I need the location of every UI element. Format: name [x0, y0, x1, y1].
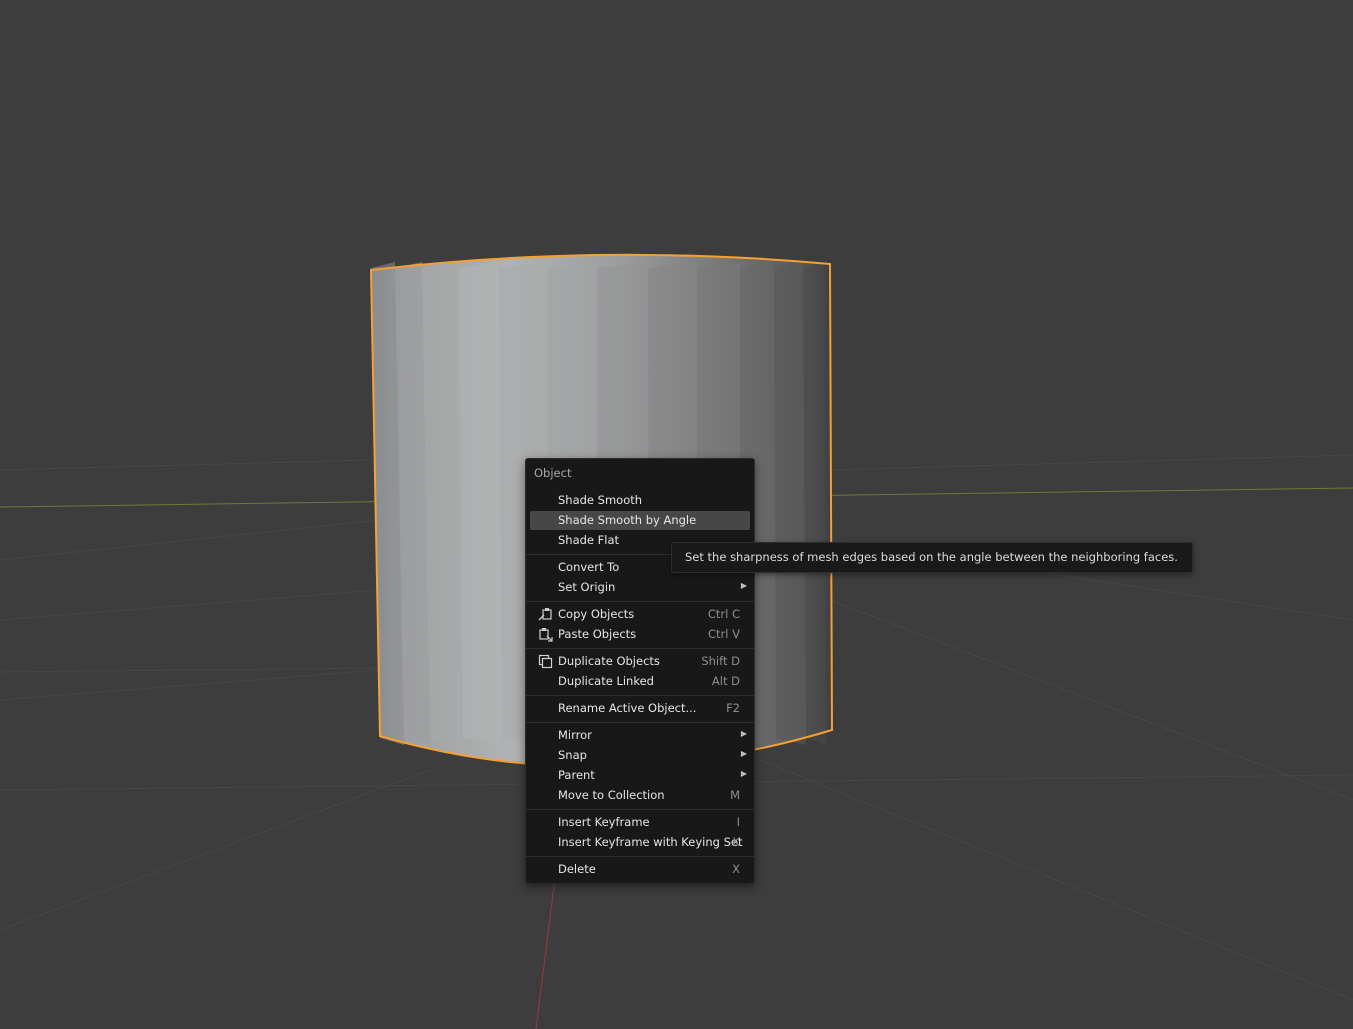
- menu-separator: [526, 856, 754, 857]
- x-axis-line: [535, 869, 557, 1029]
- grid-line: [829, 599, 1353, 801]
- menu-item-label: Shade Flat: [558, 533, 620, 547]
- menu-item-shortcut: I: [736, 815, 740, 829]
- menu-item-label: Delete: [558, 862, 596, 876]
- cylinder-facet: [458, 262, 502, 745]
- menu-item-label: Shade Smooth by Angle: [558, 513, 697, 527]
- menu-item-shortcut: K: [732, 835, 740, 849]
- menu-separator: [526, 601, 754, 602]
- menu-item-shortcut: F2: [726, 701, 740, 715]
- menu-item-set-origin[interactable]: Set Origin ▶: [530, 578, 750, 597]
- menu-item-label: Parent: [558, 768, 595, 782]
- duplicate-icon: [538, 654, 553, 669]
- menu-item-label: Convert To: [558, 560, 620, 574]
- menu-separator: [526, 648, 754, 649]
- submenu-arrow-icon: ▶: [740, 729, 747, 738]
- menu-item-move-to-collection[interactable]: Move to Collection M: [530, 786, 750, 805]
- paste-icon: [538, 627, 553, 642]
- menu-item-insert-keyframe[interactable]: Insert Keyframe I: [530, 813, 750, 832]
- menu-item-copy-objects[interactable]: Copy Objects Ctrl C: [530, 605, 750, 624]
- grid-line: [0, 667, 381, 673]
- menu-item-shade-smooth[interactable]: Shade Smooth: [530, 491, 750, 510]
- shade-smooth-by-angle-tooltip: Set the sharpness of mesh edges based on…: [671, 542, 1193, 573]
- menu-item-label: Shade Smooth: [558, 493, 643, 507]
- grid-line: [0, 519, 381, 561]
- menu-item-rename-active-object[interactable]: Rename Active Object... F2: [530, 699, 750, 718]
- menu-item-parent[interactable]: Parent ▶: [530, 766, 750, 785]
- menu-item-shortcut: X: [732, 862, 740, 876]
- menu-item-shortcut: M: [730, 788, 740, 802]
- menu-item-duplicate-objects[interactable]: Duplicate Objects Shift D: [530, 652, 750, 671]
- menu-item-label: Copy Objects: [558, 607, 635, 621]
- menu-item-label: Rename Active Object...: [558, 701, 697, 715]
- menu-separator: [526, 809, 754, 810]
- grid-line: [0, 459, 371, 471]
- grid-line: [829, 454, 1353, 471]
- grid-line: [0, 769, 431, 931]
- menu-item-label: Insert Keyframe: [558, 815, 650, 829]
- menu-item-shade-smooth-by-angle[interactable]: Shade Smooth by Angle: [530, 511, 750, 530]
- cylinder-facet: [803, 262, 826, 745]
- menu-item-label: Paste Objects: [558, 627, 637, 641]
- menu-item-label: Duplicate Linked: [558, 674, 654, 688]
- menu-title: Object: [534, 466, 572, 480]
- submenu-arrow-icon: ▶: [740, 769, 747, 778]
- menu-separator: [526, 695, 754, 696]
- menu-item-paste-objects[interactable]: Paste Objects Ctrl V: [530, 625, 750, 644]
- submenu-arrow-icon: ▶: [740, 749, 747, 758]
- menu-item-snap[interactable]: Snap ▶: [530, 746, 750, 765]
- copy-icon: [538, 607, 553, 622]
- menu-item-label: Mirror: [558, 728, 592, 742]
- menu-item-duplicate-linked[interactable]: Duplicate Linked Alt D: [530, 672, 750, 691]
- menu-item-label: Duplicate Objects: [558, 654, 660, 668]
- menu-item-shortcut: Ctrl C: [707, 607, 740, 621]
- object-context-menu: Object Shade Smooth Shade Smooth by Angle…: [525, 458, 755, 884]
- menu-item-label: Snap: [558, 748, 587, 762]
- grid-line: [0, 669, 381, 701]
- menu-item-delete[interactable]: Delete X: [530, 860, 750, 879]
- menu-item-label: Move to Collection: [558, 788, 665, 802]
- menu-separator: [526, 722, 754, 723]
- menu-item-label: Set Origin: [558, 580, 616, 594]
- menu-item-insert-keyframe-with-keying-set[interactable]: Insert Keyframe with Keying Set K: [530, 833, 750, 852]
- menu-item-shortcut: Alt D: [711, 674, 740, 688]
- grid-line: [0, 589, 381, 621]
- menu-item-shortcut: Ctrl V: [708, 627, 740, 641]
- menu-item-shortcut: Shift D: [701, 654, 740, 668]
- cylinder-facet: [774, 262, 806, 745]
- grid-line: [759, 759, 1353, 1001]
- menu-item-mirror[interactable]: Mirror ▶: [530, 726, 750, 745]
- menu-item-label: Insert Keyframe with Keying Set: [558, 835, 743, 849]
- submenu-arrow-icon: ▶: [740, 581, 747, 590]
